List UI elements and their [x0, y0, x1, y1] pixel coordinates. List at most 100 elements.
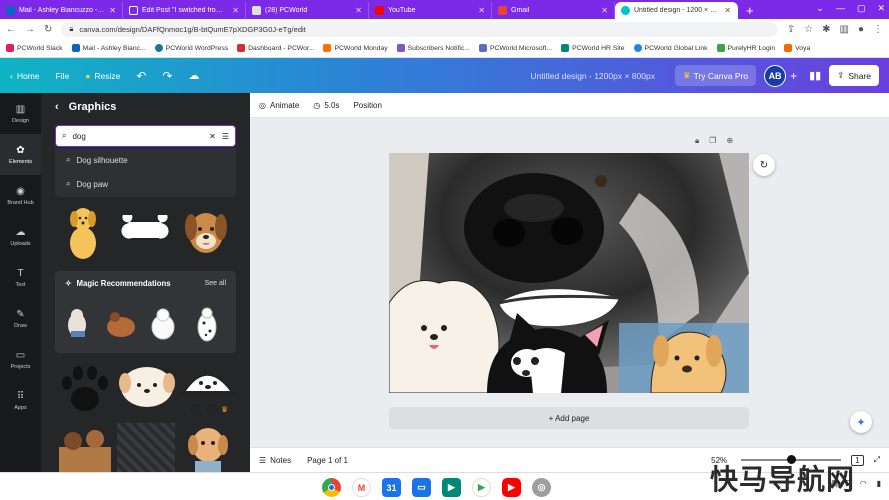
- back-icon[interactable]: ←: [6, 24, 16, 35]
- graphic-bone[interactable]: [116, 215, 174, 247]
- refresh-suggestions-button[interactable]: ↻: [753, 154, 775, 176]
- bookmark-item[interactable]: PurelyHR Login: [716, 44, 775, 52]
- avatar[interactable]: AB: [764, 64, 787, 87]
- duration-button[interactable]: ◷ 5.0s: [313, 101, 339, 110]
- new-tab-button[interactable]: +: [746, 2, 754, 19]
- position-button[interactable]: Position: [353, 101, 381, 110]
- profile-icon[interactable]: ●: [858, 24, 864, 35]
- gmail-icon[interactable]: M: [352, 478, 371, 497]
- browser-tab[interactable]: YouTube ✕: [369, 2, 492, 19]
- bookmark-item[interactable]: PCWorld WordPress: [154, 44, 228, 52]
- youtube-icon[interactable]: ▶: [502, 478, 521, 497]
- suggestion-item[interactable]: ⌕ Dog silhouette: [55, 148, 236, 172]
- rail-item-apps[interactable]: ⠿ Apps: [0, 380, 41, 421]
- rail-item-design[interactable]: ▥ Design: [0, 93, 41, 134]
- reload-icon[interactable]: ↻: [44, 24, 52, 35]
- bookmark-item[interactable]: Mail - Ashley Bianc...: [71, 44, 146, 52]
- files-icon[interactable]: ▭: [412, 478, 431, 497]
- close-tab-icon[interactable]: ✕: [355, 6, 362, 15]
- rail-item-projects[interactable]: ▭ Projects: [0, 339, 41, 380]
- file-menu-button[interactable]: File: [56, 71, 70, 81]
- magic-assistant-button[interactable]: ✦: [850, 411, 872, 433]
- chrome-icon[interactable]: [322, 478, 341, 497]
- rail-item-elements[interactable]: ✿ Elements: [0, 134, 41, 175]
- graphic-golden-puppy[interactable]: [183, 423, 233, 472]
- browser-tab[interactable]: Mail - Ashley Biancuzzo - Ou ✕: [0, 2, 123, 19]
- page-indicator[interactable]: Page 1 of 1: [307, 456, 348, 465]
- global-link-icon: [633, 44, 642, 52]
- bookmark-item[interactable]: PCWorld HR Site: [561, 44, 625, 52]
- cloud-save-icon[interactable]: ☁: [188, 69, 199, 82]
- undo-button[interactable]: ↶: [136, 69, 146, 83]
- clear-icon[interactable]: ✕: [209, 132, 216, 141]
- close-tab-icon[interactable]: ✕: [232, 6, 239, 15]
- filter-icon[interactable]: ☰: [222, 132, 229, 141]
- recommended-poodle[interactable]: [68, 309, 86, 337]
- design-canvas[interactable]: [389, 153, 749, 393]
- maximize-icon[interactable]: ▢: [857, 3, 866, 14]
- recommended-afghan-hound[interactable]: [107, 312, 135, 337]
- rail-item-text[interactable]: T Text: [0, 257, 41, 298]
- redo-button[interactable]: ↷: [162, 69, 172, 83]
- add-collaborator-icon[interactable]: +: [790, 69, 797, 83]
- close-tab-icon[interactable]: ✕: [724, 6, 731, 15]
- browser-tab-active[interactable]: Untitled design - 1200 × 800p ✕: [615, 2, 738, 19]
- close-tab-icon[interactable]: ✕: [478, 6, 485, 15]
- graphic-pattern[interactable]: [117, 423, 175, 472]
- home-button[interactable]: ‹ Home: [10, 71, 40, 81]
- meet-icon[interactable]: ▶: [442, 478, 461, 497]
- back-chevron-icon[interactable]: ‹: [55, 101, 59, 113]
- play-store-icon[interactable]: ▶: [472, 478, 491, 497]
- url-field[interactable]: 🔒︎ canva.com/design/DAFfQnmoc1g/B-btQumE…: [61, 21, 778, 37]
- graphic-dog-face[interactable]: [184, 205, 228, 261]
- close-tab-icon[interactable]: ✕: [601, 6, 608, 15]
- bookmark-item[interactable]: PCWorld Monday: [323, 44, 388, 52]
- sidebar-icon[interactable]: ▥: [840, 24, 849, 35]
- extensions-icon[interactable]: ✱: [822, 24, 830, 35]
- close-tab-icon[interactable]: ✕: [109, 6, 116, 15]
- fullscreen-icon[interactable]: ⤢: [874, 455, 880, 465]
- see-all-link[interactable]: See all: [205, 280, 226, 287]
- rail-item-brand-hub[interactable]: ◉ Brand Hub: [0, 175, 41, 216]
- bookmark-item[interactable]: PCWorld Global Link: [633, 44, 708, 52]
- rail-item-uploads[interactable]: ☁ Uploads: [0, 216, 41, 257]
- resize-button[interactable]: ● Resize: [85, 71, 120, 81]
- browser-tab[interactable]: (28) PCWorld ✕: [246, 2, 369, 19]
- graphic-dog-peeking[interactable]: ♛: [177, 357, 239, 417]
- bookmark-item[interactable]: Dashboard - PCWor...: [237, 44, 314, 52]
- design-title[interactable]: Untitled design - 1200px × 800px: [530, 71, 655, 81]
- bookmark-star-icon[interactable]: ☆: [804, 24, 813, 35]
- add-page-icon[interactable]: ⊕: [726, 136, 733, 146]
- analytics-icon[interactable]: ▮▮: [809, 69, 821, 82]
- calendar-icon[interactable]: 31: [382, 478, 401, 497]
- graphic-fluffy-puppy[interactable]: [117, 359, 177, 411]
- graphic-paw-print[interactable]: [55, 359, 115, 417]
- minimize-icon[interactable]: —: [836, 3, 845, 14]
- forward-icon[interactable]: →: [25, 24, 35, 35]
- search-input[interactable]: ⌕ dog ✕ ☰: [55, 125, 236, 147]
- duplicate-icon[interactable]: ❐: [709, 136, 716, 146]
- graphic-dog-sitting[interactable]: [63, 203, 103, 261]
- tab-search-icon[interactable]: ⌄: [816, 3, 824, 14]
- notes-button[interactable]: ☰ Notes: [259, 456, 291, 465]
- animate-button[interactable]: ◎ Animate: [259, 101, 299, 110]
- bookmark-item[interactable]: Subscribers Notific...: [396, 44, 470, 52]
- recommended-samoyed[interactable]: [151, 308, 175, 340]
- close-window-icon[interactable]: ✕: [877, 3, 885, 14]
- browser-tab[interactable]: Edit Post "I switched from Pi ✕: [123, 2, 246, 19]
- suggestion-item[interactable]: ⌕ Dog paw: [55, 172, 236, 196]
- share-button[interactable]: ⇪ Share: [829, 65, 879, 86]
- graphic-dogs-in-box[interactable]: [55, 423, 115, 472]
- bookmark-item[interactable]: Voya: [784, 44, 810, 52]
- add-page-button[interactable]: + Add page: [389, 407, 749, 429]
- menu-icon[interactable]: ⋮: [873, 24, 883, 35]
- browser-tab[interactable]: Gmail ✕: [492, 2, 615, 19]
- bookmark-item[interactable]: PCWorld Slack: [6, 44, 63, 52]
- rail-item-draw[interactable]: ✎ Draw: [0, 298, 41, 339]
- try-canva-pro-button[interactable]: ♛ Try Canva Pro: [674, 65, 757, 86]
- recommended-dalmatian[interactable]: [197, 307, 217, 342]
- lock-icon[interactable]: 🔒︎: [695, 136, 699, 146]
- share-url-icon[interactable]: ⇪: [787, 24, 795, 35]
- app-icon[interactable]: ◎: [532, 478, 551, 497]
- bookmark-item[interactable]: PCWorld Microsoft...: [478, 44, 552, 52]
